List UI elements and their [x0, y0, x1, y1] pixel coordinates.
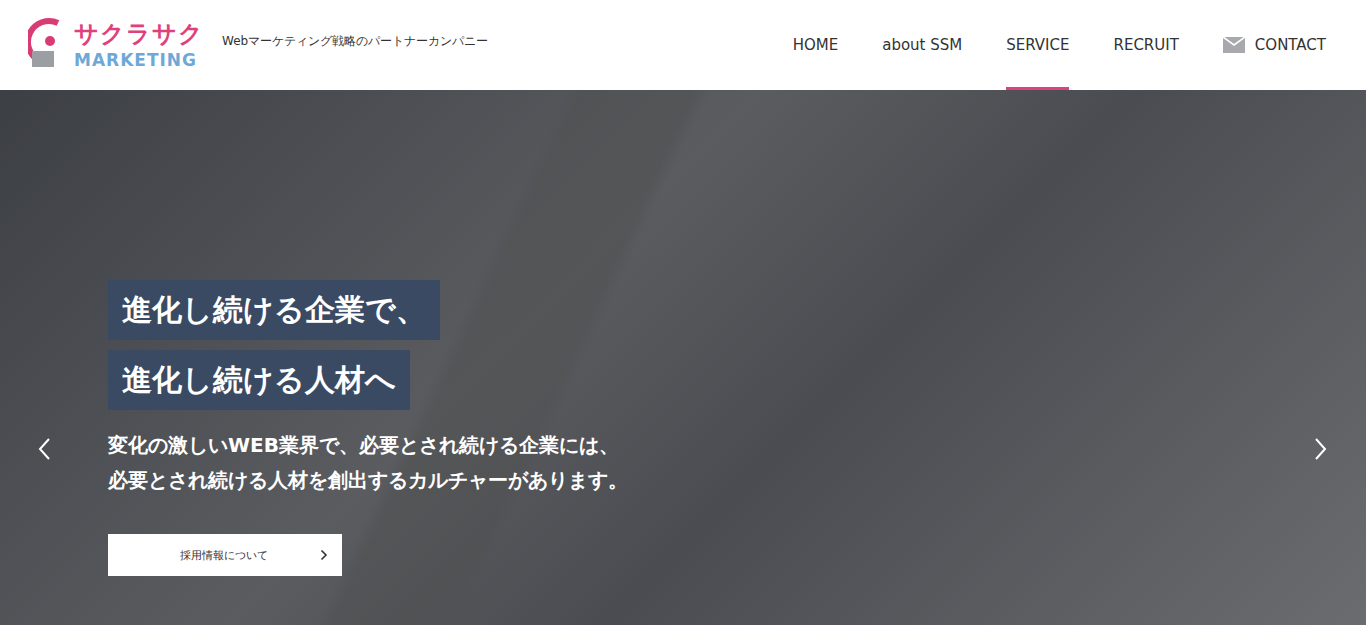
tagline: Webマーケティング戦略のパートナーカンパニー [222, 33, 488, 50]
nav-label: about SSM [882, 36, 962, 54]
hero-slider: 進化し続ける企業で、進化し続ける人材へ 変化の激しいWEB業界で、必要とされ続け… [0, 90, 1366, 625]
site-header: サクラサク MARKETING Webマーケティング戦略のパートナーカンパニー … [0, 0, 1366, 90]
next-arrow-icon[interactable] [1312, 437, 1328, 461]
lead-line: 必要とされ続ける人材を創出するカルチャーがあります。 [108, 463, 628, 498]
recruit-button[interactable]: 採用情報について [108, 534, 342, 576]
nav-label: RECRUIT [1113, 36, 1178, 54]
nav-item[interactable]: about SSM [882, 0, 962, 90]
nav-item[interactable]: SERVICE [1006, 0, 1069, 90]
logo-bottom: MARKETING [74, 52, 204, 69]
mail-icon [1223, 37, 1245, 53]
main-nav: HOME about SSM SERVICE RECRUIT CONTACT [793, 0, 1326, 90]
page: サクラサク MARKETING Webマーケティング戦略のパートナーカンパニー … [0, 0, 1366, 625]
logo-top: サクラサク [74, 22, 204, 46]
hero-content: 進化し続ける企業で、進化し続ける人材へ 変化の激しいWEB業界で、必要とされ続け… [0, 90, 1366, 576]
logo[interactable]: サクラサク MARKETING [28, 17, 204, 73]
nav-label: HOME [793, 36, 839, 54]
nav-item[interactable]: CONTACT [1223, 0, 1326, 90]
nav-label: SERVICE [1006, 36, 1069, 54]
brand: サクラサク MARKETING Webマーケティング戦略のパートナーカンパニー [28, 0, 488, 90]
nav-label: CONTACT [1255, 36, 1326, 54]
logo-text: サクラサク MARKETING [74, 22, 204, 69]
chevron-right-icon [320, 549, 328, 561]
headline: 進化し続ける企業で、進化し続ける人材へ [108, 280, 440, 410]
logo-mark-icon [28, 17, 72, 73]
nav-item[interactable]: HOME [793, 0, 839, 90]
lead: 変化の激しいWEB業界で、必要とされ続ける企業には、必要とされ続ける人材を創出す… [108, 428, 628, 498]
nav-item[interactable]: RECRUIT [1113, 0, 1178, 90]
button-label: 採用情報について [180, 548, 268, 563]
headline-line: 進化し続ける人材へ [108, 350, 410, 410]
headline-line: 進化し続ける企業で、 [108, 280, 440, 340]
lead-line: 変化の激しいWEB業界で、必要とされ続ける企業には、 [108, 428, 628, 463]
prev-arrow-icon[interactable] [37, 437, 53, 461]
